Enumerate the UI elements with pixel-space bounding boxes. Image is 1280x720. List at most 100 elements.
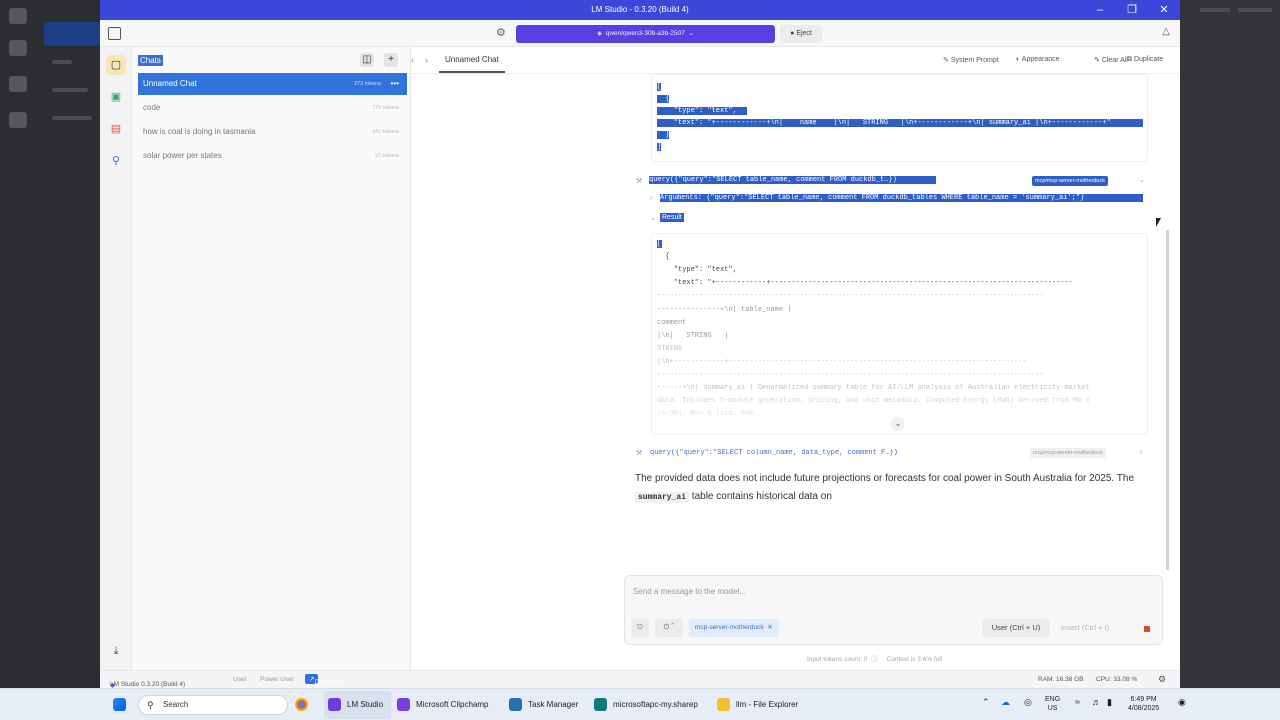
- close-button[interactable]: ✕: [1148, 0, 1180, 20]
- developer-terminal-icon[interactable]: ▣: [106, 87, 126, 107]
- lm-studio-icon: [328, 698, 341, 712]
- clock[interactable]: 6:49 PM 4/08/2025: [1128, 695, 1159, 713]
- windows-start-icon[interactable]: [113, 689, 126, 720]
- attach-paperclip-icon[interactable]: ⎋: [631, 619, 649, 637]
- tray-chevron-icon[interactable]: ⌃: [982, 698, 990, 707]
- taskbar-app-sharepoint[interactable]: microsoftapc-my.sharep: [594, 689, 704, 720]
- background-text: [1238, 8, 1272, 12]
- tool-call-header[interactable]: query({"query":"SELECT table_name, comme…: [649, 176, 936, 184]
- appearance-button[interactable]: ◐ Appearance: [1016, 56, 1060, 63]
- taskbar-app-file-explorer[interactable]: llm - File Explorer: [717, 689, 798, 720]
- insert-button[interactable]: Insert (Ctrl + I): [1061, 619, 1109, 637]
- answer-text: table contains historical data on: [691, 491, 832, 502]
- taskbar-search[interactable]: ⚲ Search: [138, 695, 288, 715]
- help-circle-icon[interactable]: ⓘ: [869, 656, 885, 663]
- wifi-icon[interactable]: ≈: [1075, 698, 1080, 707]
- taskbar: ⚲ Search LM Studio Microsoft Clipchamp T…: [0, 688, 1280, 720]
- onedrive-cloud-icon[interactable]: ☁: [1001, 698, 1010, 707]
- eject-label: Eject: [796, 30, 812, 37]
- send-as-user-button[interactable]: User (Ctrl + U): [982, 619, 1050, 637]
- battery-icon[interactable]: ▮: [1107, 698, 1112, 707]
- background-icon: [9, 8, 27, 24]
- mode-power-user-button[interactable]: Power User: [260, 676, 294, 683]
- clear-all-label: Clear All: [1101, 57, 1128, 64]
- result-label[interactable]: Result: [660, 213, 684, 222]
- code-line: comment: [657, 319, 687, 327]
- chevron-right-icon[interactable]: ›: [650, 195, 652, 202]
- system-prompt-button[interactable]: ✎ System Prompt: [943, 56, 999, 64]
- chrome-icon[interactable]: [295, 689, 314, 720]
- date-label: 4/08/2025: [1128, 705, 1160, 712]
- chat-item-code[interactable]: code 770 tokens: [138, 97, 407, 119]
- code-line: ---------------+\n| table_name |: [657, 306, 792, 314]
- chevron-down-icon: ⌄: [684, 30, 694, 37]
- taskbar-app-task-manager[interactable]: Task Manager: [509, 689, 578, 720]
- download-icon[interactable]: ⤓: [106, 641, 126, 661]
- back-arrow-icon[interactable]: ‹: [411, 55, 414, 65]
- stop-icon[interactable]: [1144, 626, 1150, 632]
- settings-gear-icon[interactable]: ⚙: [496, 26, 506, 39]
- mode-developer-button[interactable]: ↗ Developer: [305, 674, 344, 686]
- more-options-icon[interactable]: •••: [391, 73, 399, 95]
- tool-call-header[interactable]: query({"query":"SELECT column_name, data…: [650, 449, 940, 457]
- toggle-sidebar-icon[interactable]: [108, 27, 121, 40]
- code-line: "text": "+------------+\n| name |\n| STR…: [657, 119, 1143, 127]
- mode-user-button[interactable]: User: [233, 676, 247, 683]
- background-text: [1200, 8, 1230, 12]
- settings-gear-icon[interactable]: ⚙: [1158, 674, 1166, 685]
- message-input[interactable]: Send a message to the model...: [633, 587, 746, 596]
- maximize-button[interactable]: ❐: [1116, 0, 1148, 20]
- system-prompt-label: System Prompt: [950, 57, 999, 64]
- eject-button[interactable]: ● Eject: [780, 25, 822, 43]
- taskbar-app-lm-studio[interactable]: LM Studio: [324, 691, 392, 719]
- notification-bell-icon[interactable]: ◉: [1178, 698, 1186, 707]
- hammer-icon: ⚒: [636, 450, 643, 457]
- code-line: STRING: [657, 345, 683, 353]
- flask-icon[interactable]: △: [1162, 26, 1170, 37]
- code-line: "type": "text",: [657, 266, 737, 274]
- chevron-right-icon[interactable]: ›: [1140, 449, 1142, 456]
- chat-item-solar-power[interactable]: solar power per states 91 tokens: [138, 145, 407, 167]
- microphone-icon[interactable]: ◎: [1024, 698, 1032, 707]
- tab-unnamed-chat[interactable]: Unnamed Chat: [439, 47, 505, 73]
- new-chat-button[interactable]: +: [384, 53, 398, 67]
- app-label: Microsoft Clipchamp: [416, 700, 489, 709]
- chat-title: code: [143, 103, 161, 112]
- duplicate-button[interactable]: ⧉ Duplicate: [1127, 56, 1163, 64]
- my-models-folder-icon[interactable]: ▤: [106, 119, 126, 139]
- code-line: [: [657, 240, 662, 248]
- integrations-plug-icon[interactable]: ⏻ ⌃: [655, 619, 683, 637]
- mcp-server-chip[interactable]: mcp-server-motherduck ✕: [689, 619, 779, 637]
- clear-all-button[interactable]: ✎ Clear All: [1094, 56, 1128, 64]
- chevron-down-icon[interactable]: ⌄: [1139, 176, 1145, 184]
- code-line: "type": "text",: [657, 107, 747, 115]
- new-folder-icon[interactable]: ◫: [360, 53, 374, 67]
- clipchamp-icon: [397, 698, 410, 712]
- discover-search-icon[interactable]: ⚲: [106, 151, 126, 171]
- model-selector[interactable]: ◈ qwen/qwen3-30b-a3b-2507 ⌄: [516, 25, 775, 43]
- chat-item-unnamed[interactable]: Unnamed Chat 272 tokens •••: [138, 73, 407, 95]
- taskbar-app-clipchamp[interactable]: Microsoft Clipchamp: [397, 689, 488, 720]
- chat-mode-icon[interactable]: ▢: [106, 55, 126, 75]
- inline-code: summary_ai: [635, 492, 690, 503]
- volume-icon[interactable]: ♬: [1092, 698, 1101, 707]
- remove-chip-icon[interactable]: ✕: [764, 624, 772, 631]
- code-line: }: [657, 131, 670, 139]
- forward-arrow-icon[interactable]: ›: [425, 55, 428, 65]
- background-selection: [44, 22, 100, 46]
- token-meta: Input tokens count: 0 ⓘ Context is 3.6% …: [807, 653, 942, 663]
- chat-item-coal-tasmania[interactable]: how is coal is doing in tasmania 441 tok…: [138, 121, 407, 143]
- expand-chevron-icon[interactable]: ⌄: [891, 417, 905, 431]
- chevron-down-icon[interactable]: ⌄: [650, 214, 656, 222]
- tool-call-arguments[interactable]: Arguments: {"query":"SELECT table_name, …: [660, 194, 1143, 202]
- model-name: qwen/qwen3-30b-a3b-2507: [605, 30, 685, 37]
- minimize-button[interactable]: –: [1084, 0, 1116, 20]
- chat-title: Unnamed Chat: [143, 79, 197, 88]
- app-version-label: LM Studio 0.3.20 (Build 4): [110, 681, 186, 688]
- chat-scrollbar[interactable]: [1166, 230, 1169, 570]
- background-text: [52, 88, 88, 92]
- tool-result-box: [ { "type": "text", "text": "+----------…: [651, 74, 1148, 162]
- chat-title: solar power per states: [143, 151, 222, 160]
- language-indicator[interactable]: ENG US: [1045, 695, 1060, 713]
- language-label: ENG: [1045, 696, 1061, 703]
